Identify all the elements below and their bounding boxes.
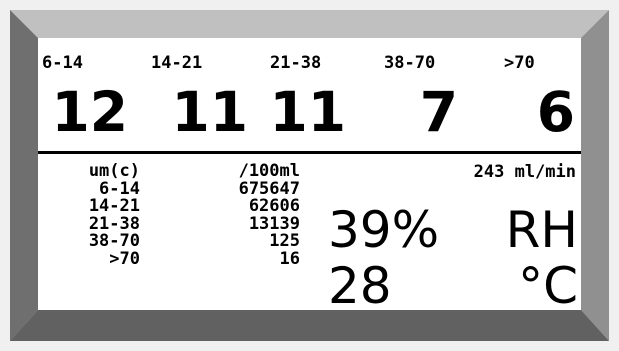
bin-label-1: 6-14 (42, 53, 83, 73)
bin-label-3: 21-38 (270, 53, 322, 73)
temperature-value: 28 (328, 257, 392, 310)
flow-rate: 243 ml/min (473, 162, 576, 182)
bin-count-3: 11 (269, 80, 346, 144)
bin-label-5: >70 (504, 53, 535, 73)
count-row-4: 125 (269, 231, 300, 251)
size-row-4: 38-70 (88, 231, 140, 251)
bin-label-4: 38-70 (384, 53, 436, 73)
count-header: /100ml (238, 161, 300, 181)
bin-count-2: 11 (171, 80, 248, 144)
count-row-5: 16 (279, 248, 300, 269)
bin-count-1: 12 (51, 80, 128, 144)
size-row-2: 14-21 (88, 196, 140, 216)
size-column: um(c) 6-14 14-21 21-38 38-70 >70 (52, 161, 140, 269)
divider-line (38, 151, 581, 154)
bin-count-5: 6 (536, 80, 575, 144)
lcd-screen: 6-14 14-21 21-38 38-70 >70 12 11 11 7 6 … (38, 38, 581, 310)
count-row-2: 62606 (248, 196, 300, 216)
bin-count-4: 7 (419, 80, 458, 144)
count-column: /100ml 675647 62606 13139 125 16 (188, 161, 300, 269)
temperature-unit: °C (518, 257, 578, 310)
size-row-5: >70 (109, 248, 140, 269)
size-header: um(c) (88, 161, 140, 181)
bin-label-2: 14-21 (151, 53, 203, 73)
humidity-unit: RH (505, 201, 578, 259)
humidity-value: 39% (328, 201, 440, 259)
